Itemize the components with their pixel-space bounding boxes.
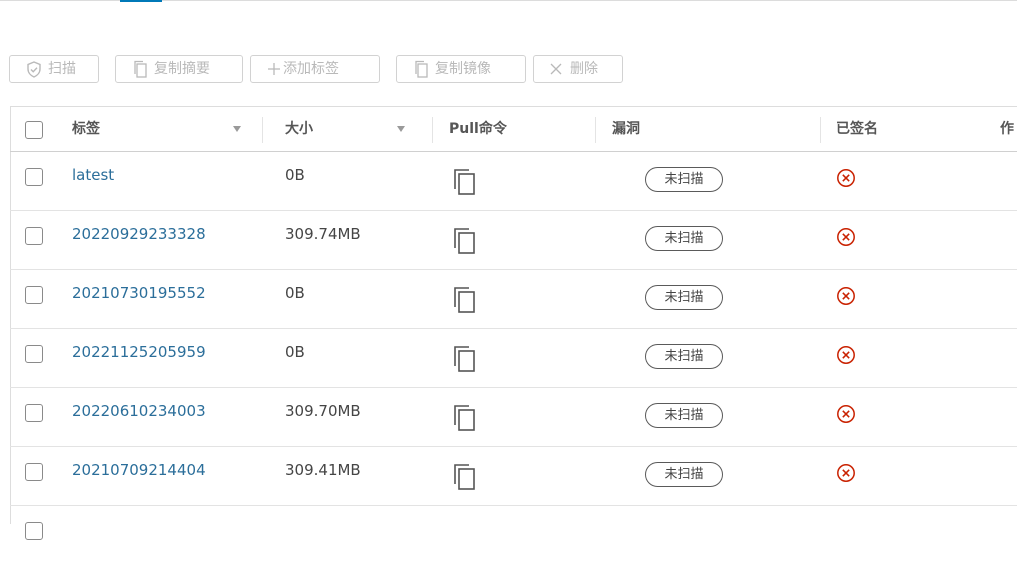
vulnerability-status-badge: 未扫描 [645,344,723,369]
table-header: 标签 大小 Pull命令 漏洞 已签名 作 [10,106,1017,152]
artifact-table: 标签 大小 Pull命令 漏洞 已签名 作 latest 0B 未扫描 2022… [10,106,1017,540]
tag-link[interactable]: 20220610234003 [72,402,206,420]
row-checkbox[interactable] [25,463,43,481]
vulnerability-status-badge: 未扫描 [645,462,723,487]
row-checkbox[interactable] [25,345,43,363]
copy-digest-button[interactable]: 复制摘要 [115,55,243,83]
not-signed-icon [836,463,856,487]
vulnerability-status-badge: 未扫描 [645,167,723,192]
not-signed-icon [836,227,856,251]
plus-icon [267,62,281,76]
size-value: 309.70MB [285,402,361,420]
tag-link[interactable]: 20221125205959 [72,343,206,361]
delete-label: 删除 [570,61,598,77]
column-separator[interactable] [262,117,263,143]
copy-pull-command-icon[interactable] [452,286,476,318]
row-checkbox[interactable] [25,227,43,245]
sort-tag-icon[interactable] [233,126,241,132]
delete-button[interactable]: 删除 [533,55,623,83]
not-signed-icon [836,345,856,369]
copy-digest-label: 复制摘要 [154,61,210,77]
copy-pull-command-icon[interactable] [452,345,476,377]
size-value: 0B [285,284,305,302]
row-checkbox[interactable] [25,522,43,540]
column-header-pull-command: Pull命令 [449,121,507,137]
copy-icon [413,60,429,78]
column-header-author: 作 [1000,121,1014,137]
table-row: 20221125205959 0B 未扫描 [10,329,1017,388]
active-tab-indicator [120,0,162,2]
not-signed-icon [836,168,856,192]
copy-pull-command-icon[interactable] [452,463,476,495]
row-checkbox[interactable] [25,404,43,422]
vulnerability-status-badge: 未扫描 [645,403,723,428]
column-header-tag[interactable]: 标签 [72,107,100,152]
scan-label: 扫描 [48,61,76,77]
copy-pull-command-icon[interactable] [452,404,476,436]
column-separator[interactable] [595,117,596,143]
tag-link[interactable]: latest [72,166,114,184]
sort-size-icon[interactable] [397,126,405,132]
column-header-size[interactable]: 大小 [285,107,313,152]
vulnerability-status-badge: 未扫描 [645,285,723,310]
add-tag-label: 添加标签 [283,61,339,77]
size-value: 0B [285,166,305,184]
table-row: latest 0B 未扫描 [10,152,1017,211]
copy-pull-command-icon[interactable] [452,227,476,259]
copy-icon [132,60,148,78]
row-checkbox[interactable] [25,168,43,186]
size-value: 309.41MB [285,461,361,479]
close-icon [550,63,562,75]
column-header-signed: 已签名 [836,121,878,137]
not-signed-icon [836,286,856,310]
tag-link[interactable]: 20220929233328 [72,225,206,243]
tag-link[interactable]: 20210730195552 [72,284,206,302]
table-row: 20210730195552 0B 未扫描 [10,270,1017,329]
copy-image-button[interactable]: 复制镜像 [396,55,526,83]
row-checkbox[interactable] [25,286,43,304]
vulnerability-status-badge: 未扫描 [645,226,723,251]
size-value: 309.74MB [285,225,361,243]
column-header-vulnerabilities: 漏洞 [612,121,640,137]
table-row [10,506,1017,565]
select-all-checkbox[interactable] [25,121,43,139]
column-separator[interactable] [432,117,433,143]
tag-link[interactable]: 20210709214404 [72,461,206,479]
table-row: 20220610234003 309.70MB 未扫描 [10,388,1017,447]
shield-check-icon [26,60,42,78]
table-row: 20210709214404 309.41MB 未扫描 [10,447,1017,506]
copy-pull-command-icon[interactable] [452,168,476,200]
scan-button[interactable]: 扫描 [9,55,99,83]
copy-image-label: 复制镜像 [435,61,491,77]
add-tag-button[interactable]: 添加标签 [250,55,380,83]
table-row: 20220929233328 309.74MB 未扫描 [10,211,1017,270]
column-separator[interactable] [820,117,821,143]
size-value: 0B [285,343,305,361]
not-signed-icon [836,404,856,428]
